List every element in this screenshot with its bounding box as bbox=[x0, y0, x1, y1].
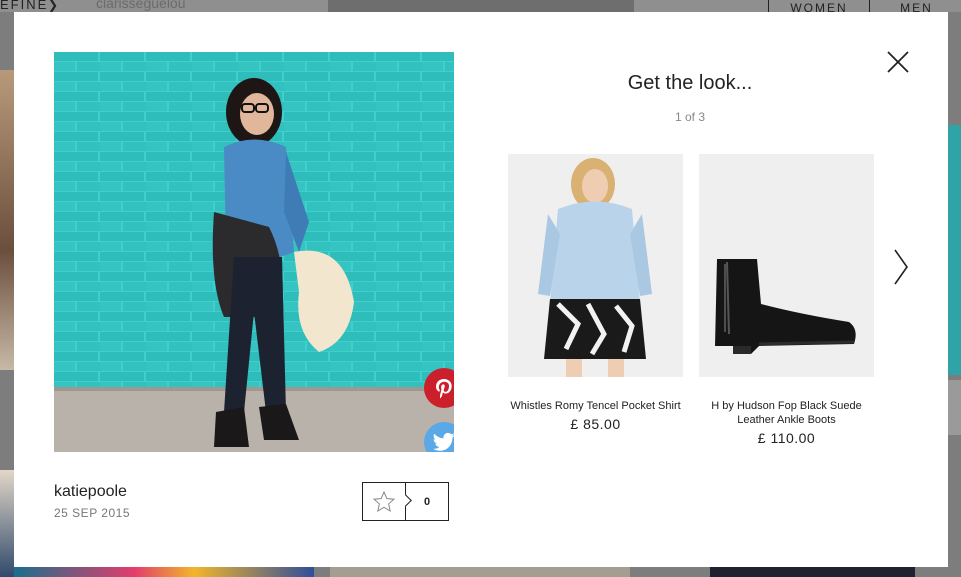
ankle-boot-photo bbox=[699, 154, 874, 377]
product-price: £ 85.00 bbox=[570, 416, 621, 432]
chevron-right-icon: ❯ bbox=[48, 0, 61, 12]
product-name[interactable]: H by Hudson Fop Black Suede Leather Ankl… bbox=[699, 399, 874, 427]
background-tile bbox=[0, 470, 14, 577]
look-photo[interactable] bbox=[54, 52, 454, 452]
favourite-star[interactable] bbox=[363, 483, 412, 520]
pinterest-icon bbox=[436, 379, 452, 399]
next-products-button[interactable] bbox=[891, 247, 911, 287]
twitter-icon bbox=[433, 432, 454, 451]
pager-indicator: 1 of 3 bbox=[674, 110, 706, 124]
product-name[interactable]: Whistles Romy Tencel Pocket Shirt bbox=[508, 399, 683, 413]
favourite-count: 0 bbox=[423, 495, 431, 508]
close-icon bbox=[887, 51, 909, 73]
background-username[interactable]: clarisseguelou bbox=[96, 0, 186, 11]
background-tile bbox=[948, 125, 961, 375]
product-price: £ 110.00 bbox=[757, 430, 816, 446]
street-style-photo bbox=[54, 52, 454, 452]
get-the-look-modal: katiepoole 25 SEP 2015 0 Get the look...… bbox=[14, 12, 948, 567]
star-icon bbox=[372, 490, 396, 512]
author-name[interactable]: katiepoole bbox=[54, 483, 127, 501]
product-card[interactable]: H by Hudson Fop Black Suede Leather Ankl… bbox=[699, 154, 874, 446]
product-image[interactable] bbox=[699, 154, 874, 377]
background-tile bbox=[14, 567, 314, 577]
chevron-right-icon bbox=[894, 249, 908, 285]
close-button[interactable] bbox=[886, 50, 910, 74]
tab-men[interactable]: MEN bbox=[869, 0, 961, 15]
favourite-button[interactable]: 0 bbox=[362, 482, 449, 521]
background-tile bbox=[0, 70, 14, 370]
tab-women[interactable]: WOMEN bbox=[768, 0, 869, 15]
background-tile bbox=[710, 567, 915, 577]
product-image[interactable] bbox=[508, 154, 683, 377]
gender-tabs: WOMEN MEN bbox=[768, 0, 961, 15]
background-tile bbox=[330, 567, 630, 577]
shirt-model-photo bbox=[508, 154, 683, 377]
background-tile bbox=[948, 380, 961, 435]
refine-label[interactable]: EFINE bbox=[0, 0, 48, 12]
panel-title: Get the look... bbox=[627, 72, 753, 94]
post-date: 25 SEP 2015 bbox=[54, 506, 131, 520]
product-card[interactable]: Whistles Romy Tencel Pocket Shirt £ 85.0… bbox=[508, 154, 683, 432]
background-tile bbox=[328, 0, 634, 12]
